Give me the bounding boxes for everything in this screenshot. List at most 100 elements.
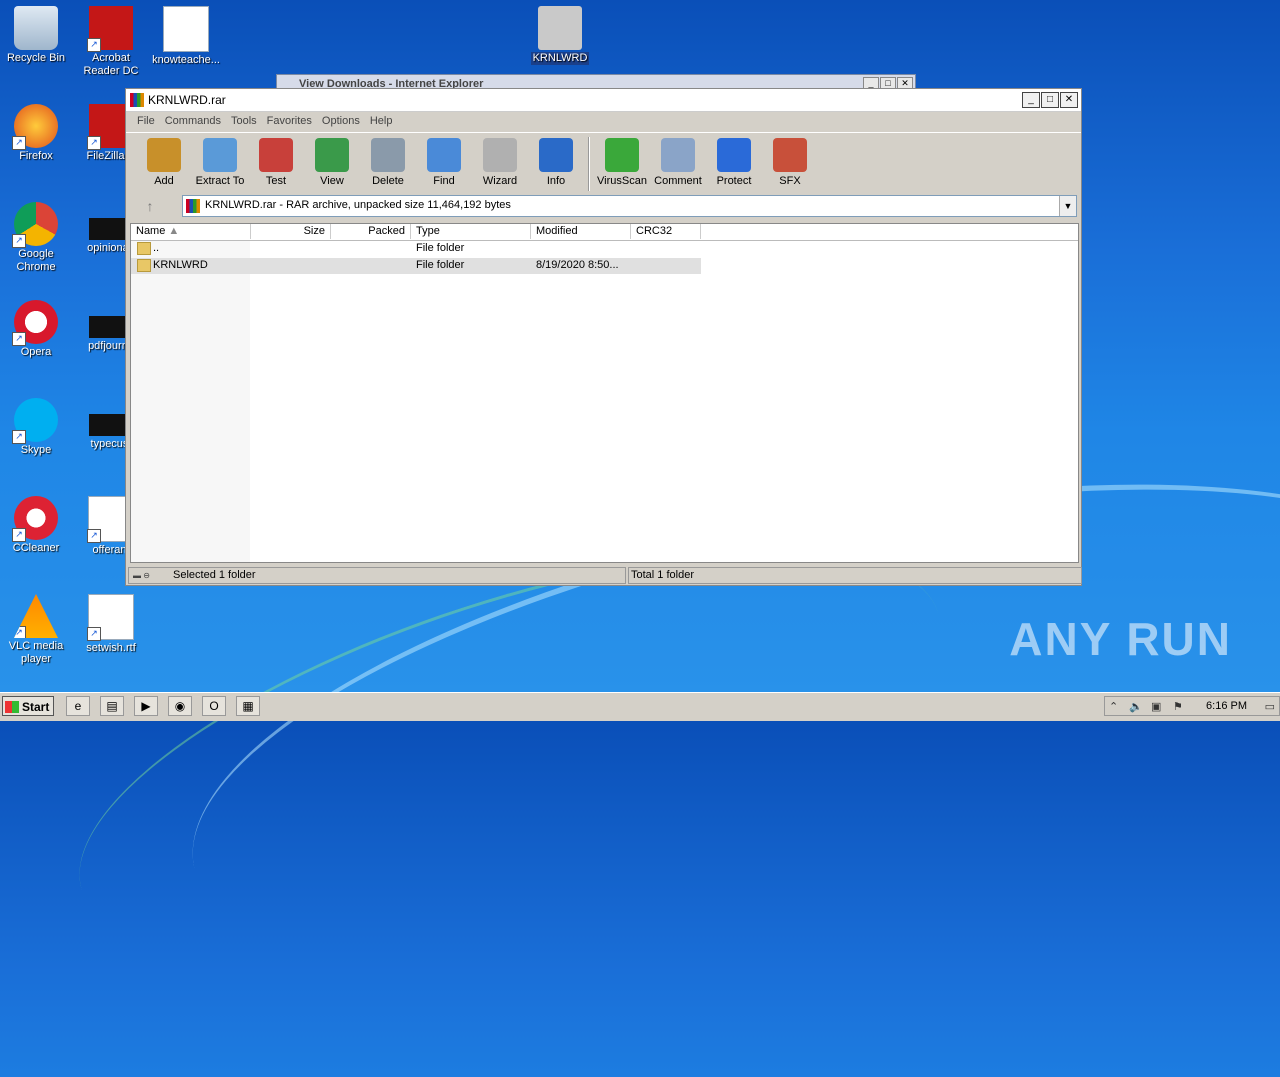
desktop-icon-label: setwish.rtf xyxy=(86,642,136,654)
chrome-icon: ↗ xyxy=(12,202,58,248)
archive-icon xyxy=(186,199,200,213)
menu-bar: File Commands Tools Favorites Options Help xyxy=(126,112,1081,132)
shortcut-arrow-icon: ↗ xyxy=(87,627,101,641)
address-text: KRNLWRD.rar - RAR archive, unpacked size… xyxy=(205,199,511,211)
taskbar-internet-explorer-button[interactable]: e xyxy=(66,696,90,716)
clock[interactable]: 6:16 PM xyxy=(1206,700,1247,712)
shortcut-arrow-icon: ↗ xyxy=(12,528,26,542)
close-button[interactable]: ✕ xyxy=(1060,92,1078,108)
maximize-button[interactable]: □ xyxy=(1041,92,1059,108)
file-list: Name ▲ Size Packed Type Modified CRC32 .… xyxy=(130,223,1079,563)
test-clipboard-icon xyxy=(259,138,293,172)
toolbar-label: Comment xyxy=(654,175,702,187)
extract-to-button[interactable]: Extract To xyxy=(192,133,248,187)
toolbar-label: Wizard xyxy=(482,175,518,187)
column-header-name[interactable]: Name ▲ xyxy=(131,224,251,239)
minimize-button[interactable]: _ xyxy=(1022,92,1040,108)
desktop-icon-folder[interactable]: KRNLWRD xyxy=(524,6,596,68)
desktop-icon-recycle-bin[interactable]: Recycle Bin xyxy=(0,6,72,65)
address-bar: ↑ KRNLWRD.rar - RAR archive, unpacked si… xyxy=(132,195,1077,217)
recycle-bin-icon xyxy=(14,6,58,50)
desktop-icon-vlc[interactable]: ↗ VLC media player xyxy=(0,594,72,666)
protect-button[interactable]: Protect xyxy=(706,133,762,187)
desktop-icon-ccleaner[interactable]: ↗ CCleaner xyxy=(0,496,72,555)
test-button[interactable]: Test xyxy=(248,133,304,187)
column-header-packed[interactable]: Packed xyxy=(331,224,411,239)
network-icon[interactable]: ▣ xyxy=(1151,700,1161,713)
action-center-flag-icon[interactable]: ⚑ xyxy=(1173,700,1183,713)
status-left-text: Selected 1 folder xyxy=(173,569,256,581)
info-button[interactable]: Info xyxy=(528,133,584,187)
toolbar-separator xyxy=(588,137,590,191)
show-desktop-icon[interactable]: ▭ xyxy=(1265,700,1275,713)
virusscan-button[interactable]: VirusScan xyxy=(594,133,650,187)
sfx-button[interactable]: SFX xyxy=(762,133,818,187)
menu-options[interactable]: Options xyxy=(317,112,365,132)
word-doc-icon xyxy=(163,6,209,52)
taskbar-opera-button[interactable]: O xyxy=(202,696,226,716)
desktop-icon-label: CCleaner xyxy=(12,542,60,554)
menu-file[interactable]: File xyxy=(132,112,160,132)
winrar-icon: ▦ xyxy=(242,699,254,713)
desktop-icon-firefox[interactable]: ↗ Firefox xyxy=(0,104,72,163)
desktop-icon-chrome[interactable]: ↗ Google Chrome xyxy=(0,202,72,274)
desktop-icon-skype[interactable]: ↗ Skype xyxy=(0,398,72,457)
start-button[interactable]: Start xyxy=(2,696,54,716)
desktop-icon-acrobat[interactable]: ↗ Acrobat Reader DC xyxy=(75,6,147,78)
internet-explorer-icon: e xyxy=(74,699,82,713)
desktop-icon-label: knowteache... xyxy=(152,54,220,66)
vlc-icon: ↗ xyxy=(14,594,58,638)
winrar-titlebar[interactable]: KRNLWRD.rar _ □ ✕ xyxy=(126,89,1081,112)
taskbar-winrar-button[interactable]: ▦ xyxy=(236,696,260,716)
view-button[interactable]: View xyxy=(304,133,360,187)
find-button[interactable]: Find xyxy=(416,133,472,187)
drive-icon: ▬ ⊖ xyxy=(133,571,150,580)
table-row[interactable]: .. File folder xyxy=(131,241,701,257)
winrar-icon xyxy=(130,93,144,107)
chevron-down-icon[interactable]: ▼ xyxy=(1059,196,1076,216)
desktop-icon-label: Firefox xyxy=(19,150,53,162)
system-tray: ⌃ 🔈 ▣ ⚑ 6:16 PM ▭ xyxy=(1104,696,1280,716)
taskbar: Start e ▤ ▶ ◉ O ▦ ⌃ 🔈 ▣ ⚑ 6:16 PM ▭ xyxy=(0,692,1280,721)
desktop-icon-label: Acrobat Reader DC xyxy=(83,52,139,77)
opera-icon: ↗ xyxy=(12,300,58,346)
column-header-crc32[interactable]: CRC32 xyxy=(631,224,701,239)
taskbar-media-player-button[interactable]: ▶ xyxy=(134,696,158,716)
sfx-icon xyxy=(773,138,807,172)
folder-icon xyxy=(538,6,582,50)
show-hidden-icons-icon[interactable]: ⌃ xyxy=(1109,700,1118,713)
add-button[interactable]: Add xyxy=(136,133,192,187)
menu-tools[interactable]: Tools xyxy=(226,112,262,132)
toolbar-label: VirusScan xyxy=(597,175,647,187)
wizard-button[interactable]: Wizard xyxy=(472,133,528,187)
shortcut-arrow-icon: ↗ xyxy=(87,38,101,52)
toolbar-label: Test xyxy=(265,175,287,187)
up-folder-button[interactable]: ↑ xyxy=(132,195,168,217)
chrome-icon: ◉ xyxy=(174,699,186,713)
delete-button[interactable]: Delete xyxy=(360,133,416,187)
desktop-icon-word-doc[interactable]: ↗ setwish.rtf xyxy=(75,594,147,655)
comment-button[interactable]: Comment xyxy=(650,133,706,187)
shortcut-arrow-icon: ↗ xyxy=(87,136,101,150)
virusscan-icon xyxy=(605,138,639,172)
info-icon xyxy=(539,138,573,172)
column-header-size[interactable]: Size xyxy=(251,224,331,239)
view-book-icon xyxy=(315,138,349,172)
table-row[interactable]: KRNLWRD File folder 8/19/2020 8:50... xyxy=(131,258,701,274)
column-header-modified[interactable]: Modified xyxy=(531,224,631,239)
address-field[interactable]: KRNLWRD.rar - RAR archive, unpacked size… xyxy=(182,195,1077,217)
menu-help[interactable]: Help xyxy=(365,112,398,132)
taskbar-explorer-folder-button[interactable]: ▤ xyxy=(100,696,124,716)
desktop-icon-word-doc[interactable]: knowteache... xyxy=(150,6,222,67)
desktop-icon-opera[interactable]: ↗ Opera xyxy=(0,300,72,359)
toolbar-label: SFX xyxy=(779,175,801,187)
column-header-type[interactable]: Type xyxy=(411,224,531,239)
menu-favorites[interactable]: Favorites xyxy=(262,112,317,132)
start-label: Start xyxy=(22,700,50,714)
toolbar: Add Extract To Test View Delete Find Wizard Inf… xyxy=(126,132,1081,195)
toolbar-label: Add xyxy=(154,175,174,187)
volume-icon[interactable]: 🔈 xyxy=(1129,700,1143,713)
taskbar-chrome-button[interactable]: ◉ xyxy=(168,696,192,716)
shortcut-arrow-icon: ↗ xyxy=(12,136,26,150)
menu-commands[interactable]: Commands xyxy=(160,112,226,132)
